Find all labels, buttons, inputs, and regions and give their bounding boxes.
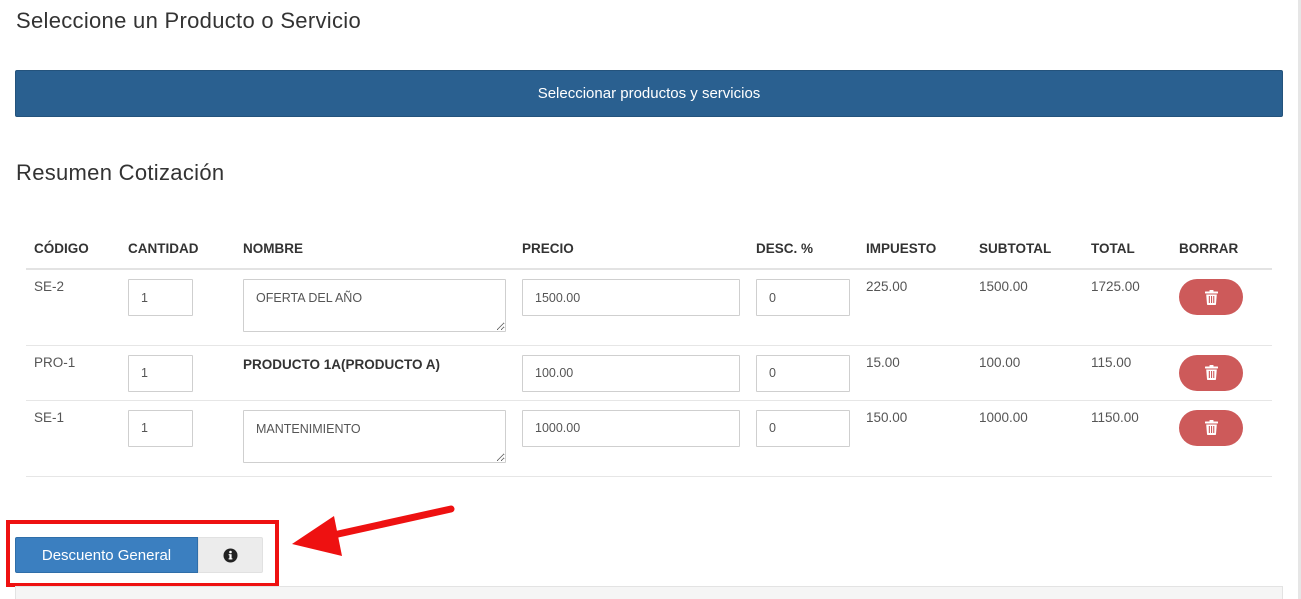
cell-delete [1171,269,1272,346]
delete-row-button[interactable] [1179,409,1243,446]
cell-discount [748,400,858,477]
header-quantity: CANTIDAD [120,229,235,270]
header-code: CÓDIGO [26,229,120,270]
discount-input[interactable] [756,279,850,316]
discount-panel [15,586,1283,599]
cell-subtotal: 100.00 [971,345,1083,401]
table-header-row: CÓDIGO CANTIDAD NOMBRE PRECIO DESC. % IM… [26,229,1272,270]
price-input[interactable] [522,409,740,447]
cell-code: SE-2 [26,269,120,346]
cell-price [514,269,748,346]
cell-quantity [120,400,235,477]
header-tax: IMPUESTO [858,229,971,270]
cell-delete [1171,400,1272,477]
cell-subtotal: 1500.00 [971,269,1083,346]
cell-quantity [120,269,235,346]
cell-total: 1150.00 [1083,400,1171,477]
quote-summary-heading: Resumen Cotización [16,160,225,185]
quote-table: CÓDIGO CANTIDAD NOMBRE PRECIO DESC. % IM… [26,229,1272,477]
cell-subtotal: 1000.00 [971,400,1083,477]
cell-delete [1171,345,1272,401]
header-total: TOTAL [1083,229,1171,270]
cell-discount [748,269,858,346]
cell-price [514,400,748,477]
cell-quantity [120,345,235,401]
cell-tax: 15.00 [858,345,971,401]
quantity-input[interactable] [128,409,193,447]
name-textarea[interactable]: OFERTA DEL AÑO [243,279,506,332]
product-name: PRODUCTO 1A(PRODUCTO A) [243,356,441,372]
trash-icon [1204,420,1218,435]
table-row: SE-2 OFERTA DEL AÑO 225.00 1500.00 1725.… [26,269,1272,346]
header-delete: BORRAR [1171,229,1272,270]
discount-input[interactable] [756,409,850,447]
quantity-input[interactable] [128,279,193,316]
select-products-button[interactable]: Seleccionar productos y servicios [15,70,1283,117]
cell-tax: 225.00 [858,269,971,346]
header-subtotal: SUBTOTAL [971,229,1083,270]
cell-name: PRODUCTO 1A(PRODUCTO A) [235,345,514,401]
cell-price [514,345,748,401]
price-input[interactable] [522,354,740,392]
cell-tax: 150.00 [858,400,971,477]
cell-total: 1725.00 [1083,269,1171,346]
header-name: NOMBRE [235,229,514,270]
cell-code: PRO-1 [26,345,120,401]
annotation-highlight-box [6,520,279,587]
header-price: PRECIO [514,229,748,270]
cell-name: MANTENIMIENTO [235,400,514,477]
discount-input[interactable] [756,354,850,392]
cell-discount [748,345,858,401]
name-textarea[interactable]: MANTENIMIENTO [243,409,506,463]
cell-total: 115.00 [1083,345,1171,401]
trash-icon [1204,365,1218,380]
table-row: PRO-1 PRODUCTO 1A(PRODUCTO A) 15.00 100.… [26,345,1272,401]
page: Seleccione un Producto o Servicio Selecc… [0,0,1301,599]
quantity-input[interactable] [128,354,193,392]
cell-name: OFERTA DEL AÑO [235,269,514,346]
header-discount: DESC. % [748,229,858,270]
delete-row-button[interactable] [1179,354,1243,391]
price-input[interactable] [522,279,740,316]
cell-code: SE-1 [26,400,120,477]
select-products-heading: Seleccione un Producto o Servicio [16,8,361,33]
trash-icon [1204,289,1218,305]
delete-row-button[interactable] [1179,279,1243,315]
table-row: SE-1 MANTENIMIENTO 150.00 1000.00 1150.0… [26,400,1272,477]
